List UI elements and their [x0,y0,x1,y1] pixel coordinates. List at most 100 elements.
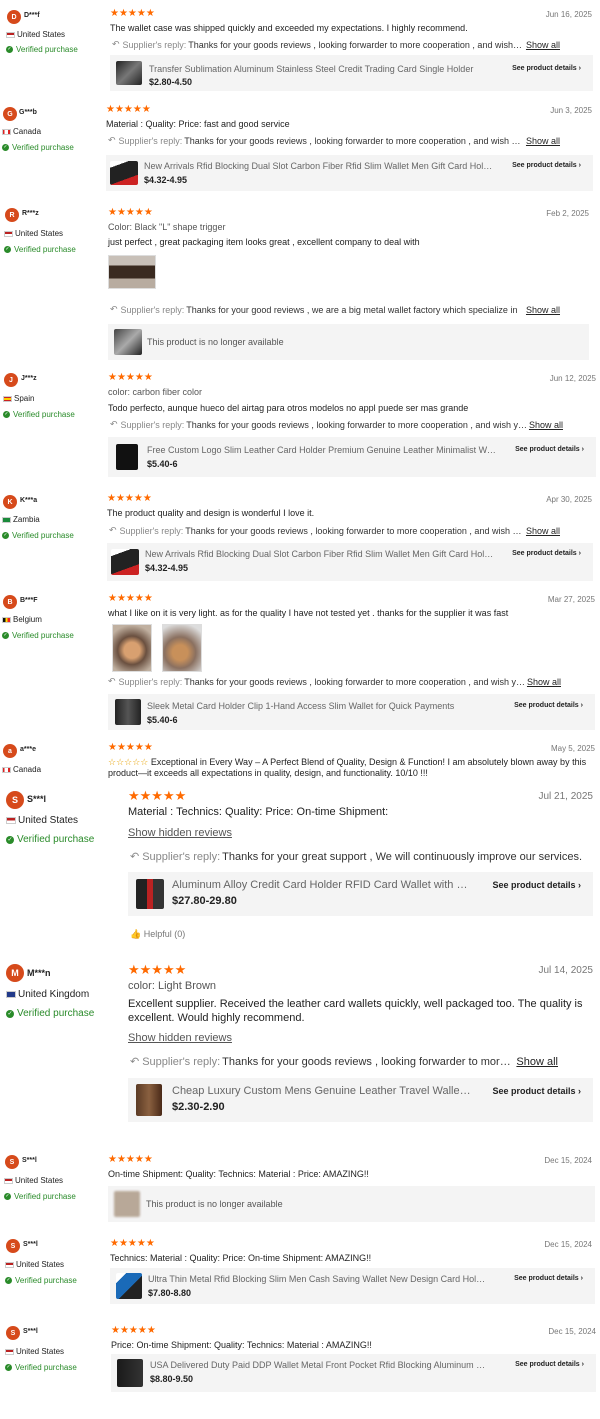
check-icon: ✓ [4,246,11,253]
show-hidden-reviews-link[interactable]: Show hidden reviews [128,827,232,839]
product-title: Aluminum Alloy Credit Card Holder RFID C… [172,879,472,891]
supplier-reply: ↶ Supplier's reply: Thanks for your great … [130,850,596,864]
chevron-right-icon: › [580,1275,583,1282]
details-label: See product details [492,880,576,890]
reviewer-country: United States [6,815,78,826]
reviewer-name: R***z [22,210,39,217]
review-date: Jul 14, 2025 [538,965,594,976]
reply-label: Supplier's reply: [120,419,185,430]
show-all-link[interactable]: Show all [529,420,563,430]
product-card: This product is no longer available [108,324,589,360]
product-thumbnail [115,699,141,725]
product-thumbnail [116,444,138,470]
chevron-right-icon: › [578,65,581,72]
see-product-details-link[interactable]: See product details › [514,702,583,709]
flag-us-icon [4,1177,13,1184]
reply-text: Thanks for your goods reviews , looking … [184,135,524,146]
chevron-right-icon: › [581,1361,584,1368]
supplier-reply: ↶ Supplier's reply: Thanks for your goods … [108,135,560,146]
avatar: D [7,10,21,24]
review-photo[interactable] [108,255,156,289]
show-all-link[interactable]: Show all [527,677,561,687]
supplier-reply: ↶ Supplier's reply: Thanks for your goods … [110,419,563,430]
reply-icon: ↶ [108,676,116,686]
see-product-details-link[interactable]: See product details › [492,880,581,890]
product-card[interactable]: New Arrivals Rfid Blocking Dual Slot Car… [106,155,593,191]
helpful-button[interactable]: 👍 Helpful (0) [130,929,185,940]
supplier-reply: ↶ Supplier's reply: Thanks for your goods … [109,525,560,536]
show-all-link[interactable]: Show all [526,40,560,50]
reviewer-country: United Kingdom [6,989,89,1000]
product-price: $4.32-4.95 [144,175,188,185]
review-date: Dec 15, 2024 [544,1156,592,1165]
see-product-details-link[interactable]: See product details › [512,550,581,557]
avatar: M [6,964,24,982]
details-label: See product details [514,702,579,709]
show-all-link[interactable]: Show all [516,1056,558,1068]
show-all-link[interactable]: Show all [526,305,560,315]
reply-text: Thanks for your great support , We will … [222,850,583,863]
reply-icon: ↶ [112,39,120,49]
product-card[interactable]: Transfer Sublimation Aluminum Stainless … [110,55,593,91]
supplier-reply: ↶ Supplier's reply: Thanks for your good r… [110,304,560,315]
chevron-right-icon: › [578,1086,581,1096]
product-card[interactable]: Aluminum Alloy Credit Card Holder RFID C… [128,872,593,916]
reply-icon: ↶ [108,135,116,145]
verified-badge: ✓ Verified purchase [2,531,74,540]
country-label: Canada [13,765,42,774]
reply-icon: ↶ [109,525,117,535]
verified-label: Verified purchase [16,45,78,54]
product-card[interactable]: Ultra Thin Metal Rfid Blocking Slim Men … [110,1268,595,1304]
review-card: G G***b Canada ✓ Verified purchase ★★★★★ … [0,100,600,198]
review-date: Mar 27, 2025 [547,595,595,604]
reviewer-country: Canada [2,765,41,774]
country-label: Belgium [13,615,42,624]
see-product-details-link[interactable]: See product details › [514,1275,583,1282]
reply-text: Thanks for your goods reviews , looking … [186,419,527,430]
country-label: United States [15,1176,64,1185]
country-label: United States [17,30,66,39]
review-card: S S***l United States ✓ Verified purchase… [0,1318,600,1414]
verified-badge: ✓ Verified purchase [4,1192,76,1201]
reply-icon: ↶ [110,304,118,314]
reply-text: Thanks for your goods reviews , looking … [188,39,524,50]
review-text: The product quality and design is wonder… [107,508,315,518]
product-card[interactable]: Free Custom Logo Slim Leather Card Holde… [108,437,596,477]
show-hidden-reviews-link[interactable]: Show hidden reviews [128,1032,232,1044]
review-attributes: Technics: Material : Quality: Price: On-… [110,1253,372,1263]
verified-label: Verified purchase [17,1008,95,1019]
review-date: Apr 30, 2025 [546,495,592,504]
product-card[interactable]: New Arrivals Rfid Blocking Dual Slot Car… [107,543,593,581]
see-product-details-link[interactable]: See product details › [515,446,584,453]
reviewer-country: Belgium [2,615,42,624]
helpful-label: Helpful (0) [143,929,186,939]
product-card[interactable]: Cheap Luxury Custom Mens Genuine Leather… [128,1078,593,1122]
reviewer-country: Canada [2,127,41,136]
product-card[interactable]: USA Delivered Duty Paid DDP Wallet Metal… [111,1354,596,1392]
rating-stars: ★★★★★ [107,493,152,504]
details-label: See product details [512,65,577,72]
review-date: Dec 15, 2024 [548,1327,596,1336]
country-label: United Kingdom [18,989,90,1000]
see-product-details-link[interactable]: See product details › [492,1086,581,1096]
verified-label: Verified purchase [15,1363,77,1372]
see-product-details-link[interactable]: See product details › [512,65,581,72]
reviewer-name: a***e [20,746,36,753]
reviewer-country: United States [5,1260,64,1269]
review-photo[interactable] [112,624,152,672]
verified-badge: ✓ Verified purchase [6,45,78,54]
review-photo[interactable] [162,624,202,672]
see-product-details-link[interactable]: See product details › [512,162,581,169]
rating-stars: ★★★★★ [106,104,151,115]
rating-stars: ★★★★★ [108,742,153,753]
check-icon: ✓ [2,144,9,151]
product-title: Cheap Luxury Custom Mens Genuine Leather… [172,1085,472,1097]
verified-label: Verified purchase [17,834,95,845]
review-attributes: On-time Shipment: Quality: Technics: Mat… [108,1169,369,1179]
show-all-link[interactable]: Show all [526,136,560,146]
product-card[interactable]: Sleek Metal Card Holder Clip 1-Hand Acce… [108,694,595,730]
review-date: Jun 12, 2025 [549,374,596,383]
see-product-details-link[interactable]: See product details › [515,1361,584,1368]
country-label: United States [15,229,64,238]
show-all-link[interactable]: Show all [526,526,560,536]
